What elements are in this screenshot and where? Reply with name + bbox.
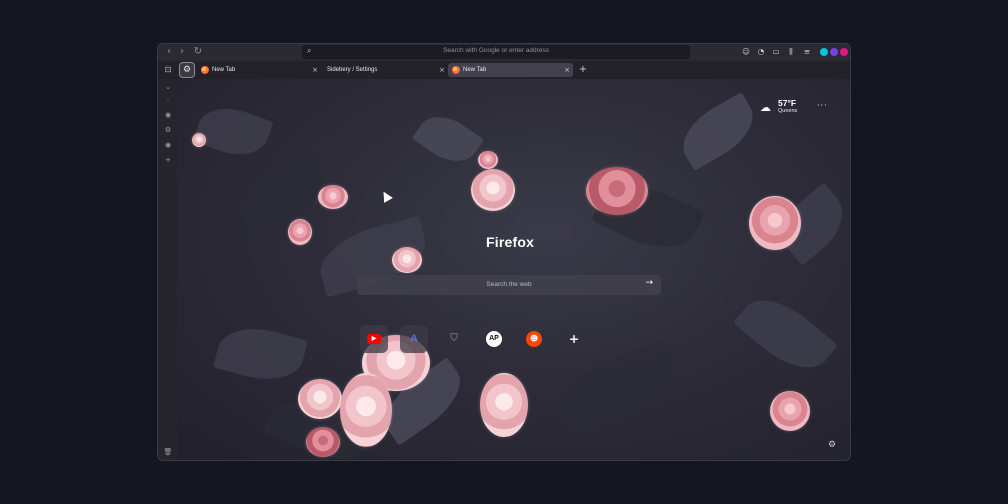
wallpaper-rose xyxy=(478,151,498,169)
tab-new-tab-active[interactable]: New Tab × xyxy=(448,63,573,77)
wallpaper-rose xyxy=(288,219,312,245)
settings-pinned-tab[interactable]: ⚙ xyxy=(179,62,195,78)
add-panel-icon[interactable]: + xyxy=(162,154,174,166)
firefox-icon[interactable]: ◉ xyxy=(162,109,174,121)
wallpaper-rose xyxy=(298,379,342,419)
sidebar-panel-icon[interactable]: ⊡ xyxy=(161,63,175,77)
shortcut-reddit[interactable]: ☻ xyxy=(520,325,548,353)
firefox-wordmark: Firefox xyxy=(486,234,535,250)
back-icon[interactable]: ‹ xyxy=(163,46,175,58)
browser-window: ‹ › ↻ ⌕ Search with Google or enter addr… xyxy=(157,43,851,461)
extension-purple-icon[interactable] xyxy=(830,48,838,56)
arrow-right-icon[interactable]: → xyxy=(645,278,653,288)
tab-sidebery-settings[interactable]: Sidebery / Settings × xyxy=(324,63,448,77)
wallpaper-rose xyxy=(471,169,515,211)
menu-icon[interactable]: ≡ xyxy=(802,47,812,57)
shield-icon: ⛉ xyxy=(450,333,458,344)
plus-icon: + xyxy=(568,332,580,346)
sidebery-sidebar: ⌄ · ◉ ⚙ ◉ + 🗑 xyxy=(158,79,178,460)
wallpaper-rose xyxy=(318,185,348,209)
library-icon[interactable]: ⫼ xyxy=(786,47,796,57)
wallpaper-leaf xyxy=(411,105,485,173)
weather-temperature: 57°F xyxy=(778,98,797,108)
new-tab-page: ☁ 57°F Queens ··· Firefox Search the web… xyxy=(178,79,850,460)
close-icon[interactable]: × xyxy=(564,63,570,77)
tab-label: New Tab xyxy=(212,67,236,73)
firefox-tab-icon[interactable]: ◉ xyxy=(162,139,174,151)
chevron-down-icon[interactable]: ⌄ xyxy=(162,81,174,93)
letter-a-icon: A xyxy=(410,333,418,345)
reload-icon[interactable]: ↻ xyxy=(192,46,204,58)
forward-icon[interactable]: › xyxy=(176,46,188,58)
wallpaper-rose xyxy=(586,167,648,215)
ap-logo-icon: AP xyxy=(486,331,502,347)
shortcut-shield[interactable]: ⛉ xyxy=(440,325,468,353)
new-tab-button[interactable]: + xyxy=(577,63,589,77)
shortcut-youtube[interactable]: ▶ xyxy=(360,325,388,353)
wallpaper-rose xyxy=(392,247,422,273)
url-bar[interactable]: ⌕ Search with Google or enter address xyxy=(302,45,690,59)
panel-dot-icon[interactable]: · xyxy=(162,95,174,107)
partly-cloudy-icon: ☁ xyxy=(760,101,771,114)
extension-icon[interactable]: ◔ xyxy=(756,47,766,57)
toolbar: ‹ › ↻ ⌕ Search with Google or enter addr… xyxy=(158,44,850,61)
wallpaper-rose xyxy=(770,391,810,431)
search-placeholder: Search the web xyxy=(486,281,532,288)
gear-icon[interactable]: ⚙ xyxy=(162,124,174,136)
extension-teal-icon[interactable] xyxy=(820,48,828,56)
wallpaper-rose xyxy=(480,373,528,437)
wallpaper-leaf xyxy=(551,340,685,438)
tab-label: New Tab xyxy=(463,67,487,73)
search-box[interactable]: Search the web → xyxy=(357,275,661,295)
tab-label: Sidebery / Settings xyxy=(327,67,378,73)
customize-gear-icon[interactable]: ⚙ xyxy=(828,440,836,450)
wallpaper-leaf xyxy=(672,92,764,171)
shortcut-amazon-a[interactable]: A xyxy=(400,325,428,353)
wallpaper-leaf xyxy=(212,318,309,390)
tab-new-tab[interactable]: New Tab × xyxy=(197,63,321,77)
add-shortcut-button[interactable]: + xyxy=(560,325,588,353)
weather-widget[interactable]: ☁ 57°F Queens xyxy=(760,98,810,116)
wallpaper-rose xyxy=(192,133,206,147)
weather-location: Queens xyxy=(778,108,798,114)
wallpaper-rose xyxy=(306,427,340,457)
firefox-icon xyxy=(201,66,209,74)
extension-pink-icon[interactable] xyxy=(840,48,848,56)
trash-icon[interactable]: 🗑 xyxy=(162,446,174,458)
mouse-cursor-icon xyxy=(379,189,393,203)
wallpaper-leaf xyxy=(733,284,838,384)
youtube-icon: ▶ xyxy=(367,334,381,344)
account-icon[interactable]: ☺ xyxy=(741,47,751,57)
url-placeholder: Search with Google or enter address xyxy=(443,47,549,54)
reddit-icon: ☻ xyxy=(526,331,542,347)
tab-strip: ⊡ ⚙ New Tab × Sidebery / Settings × New … xyxy=(158,61,850,79)
sidebar-toggle-icon[interactable]: ▭ xyxy=(771,47,781,57)
close-icon[interactable]: × xyxy=(439,63,445,77)
shortcut-ap[interactable]: AP xyxy=(480,325,508,353)
wallpaper-leaf xyxy=(192,98,274,165)
close-icon[interactable]: × xyxy=(312,63,318,77)
more-options-icon[interactable]: ··· xyxy=(817,101,828,110)
wallpaper-rose xyxy=(749,196,801,250)
wallpaper-rose xyxy=(340,373,392,447)
firefox-icon xyxy=(452,66,460,74)
